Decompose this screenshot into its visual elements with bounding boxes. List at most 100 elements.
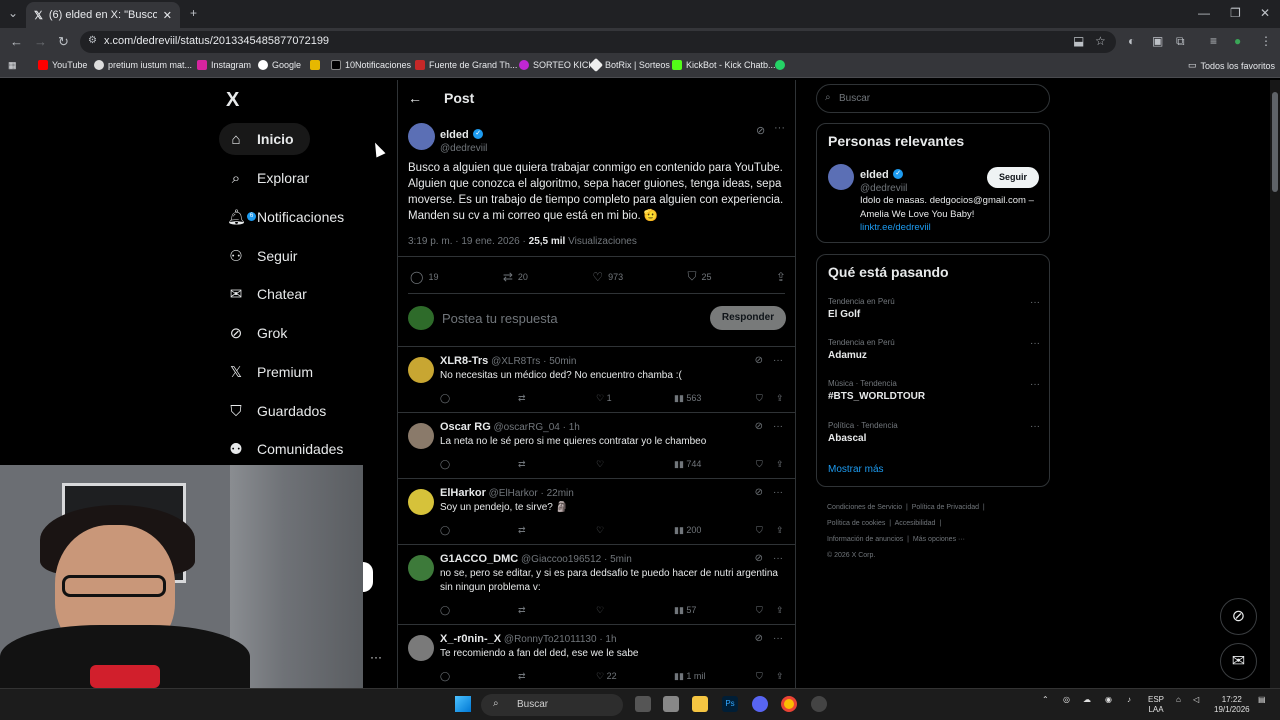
- share-icon[interactable]: ⇪: [776, 459, 784, 470]
- restore-icon[interactable]: ❐: [1230, 6, 1241, 20]
- footer-link[interactable]: Información de anuncios: [827, 536, 903, 543]
- like-action[interactable]: ♡: [596, 525, 674, 536]
- bookmark-icon[interactable]: ⛉: [756, 605, 776, 616]
- grok-icon[interactable]: ⊘: [755, 355, 763, 366]
- post-time[interactable]: 3:19 p. m. · 19 ene. 2026 ·: [408, 236, 526, 247]
- footer-link[interactable]: Política de Privacidad: [912, 504, 979, 511]
- close-tab-icon[interactable]: ✕: [163, 9, 172, 22]
- extension-icon[interactable]: ◐: [1128, 34, 1135, 48]
- reply-author[interactable]: XLR8-Trs: [440, 355, 488, 367]
- install-icon[interactable]: ⬓: [1073, 34, 1084, 48]
- nav-item-grok[interactable]: ⊘ Grok: [219, 317, 303, 349]
- trend-item[interactable]: Tendencia en Perú El Golf ···: [828, 297, 1040, 320]
- repost-icon[interactable]: ⇄: [518, 393, 596, 404]
- more-icon[interactable]: ···: [773, 553, 783, 564]
- show-more-link[interactable]: Mostrar más: [828, 464, 884, 475]
- forward-icon[interactable]: →: [34, 34, 47, 49]
- volume-icon[interactable]: ◁: [1193, 695, 1199, 705]
- bookmark-gta[interactable]: Fuente de Grand Th...: [415, 60, 517, 70]
- nav-item-seguir[interactable]: ⚇ Seguir: [219, 240, 313, 272]
- person-name[interactable]: elded: [860, 169, 889, 181]
- nav-item-chatear[interactable]: ✉ Chatear: [219, 278, 323, 310]
- address-bar[interactable]: ⚙ x.com/dedreviil/status/201334548587707…: [80, 31, 1116, 53]
- reply-author[interactable]: ElHarkor: [440, 487, 486, 499]
- reply-button[interactable]: Responder: [710, 306, 786, 330]
- views-action[interactable]: ▮▮ 200: [674, 525, 756, 536]
- like-action[interactable]: ♡ 1: [596, 393, 674, 404]
- avatar[interactable]: [408, 423, 434, 449]
- network-icon[interactable]: ⌂: [1176, 695, 1181, 705]
- reply-author[interactable]: G1ACCO_DMC: [440, 553, 518, 565]
- follow-button[interactable]: Seguir: [987, 167, 1039, 188]
- star-icon[interactable]: ☆: [1095, 34, 1106, 48]
- reply-author[interactable]: X_-r0nin-_X: [440, 633, 501, 645]
- avatar[interactable]: [408, 489, 434, 515]
- discord-icon[interactable]: [752, 696, 768, 712]
- person-handle[interactable]: @dedreviil: [860, 183, 907, 194]
- bookmark-icon[interactable]: ⛉: [756, 393, 776, 404]
- bookmark-extra[interactable]: [310, 60, 320, 70]
- reply-item[interactable]: XLR8-Trs @XLR8Trs · 50min ⊘ ··· No necesi…: [398, 347, 795, 413]
- grok-fab[interactable]: ⊘: [1220, 598, 1257, 635]
- nav-item-notificaciones[interactable]: 🔔︎ 6 Notificaciones: [219, 201, 360, 233]
- trend-item[interactable]: Tendencia en Perú Adamuz ···: [828, 338, 1040, 361]
- reply-action[interactable]: ◯ 19: [410, 269, 438, 284]
- reply-icon[interactable]: ◯: [440, 671, 518, 682]
- app-icon[interactable]: [811, 696, 827, 712]
- share-icon[interactable]: ⇪: [776, 671, 784, 682]
- tray-chevron-icon[interactable]: ⌃: [1042, 695, 1049, 705]
- grok-icon[interactable]: ⊘: [755, 487, 763, 498]
- bookmark-icon[interactable]: ⛉: [756, 671, 776, 682]
- grok-icon[interactable]: ⊘: [756, 124, 765, 137]
- task-view-icon[interactable]: [635, 696, 651, 712]
- photoshop-icon[interactable]: Ps: [722, 696, 738, 712]
- site-info-icon[interactable]: ⚙: [88, 35, 97, 46]
- reply-input[interactable]: Postea tu respuesta: [442, 311, 558, 326]
- more-icon[interactable]: ···: [773, 487, 783, 498]
- menu-icon[interactable]: ⋮: [1260, 34, 1272, 48]
- like-action[interactable]: ♡ 22: [596, 671, 674, 682]
- grok-icon[interactable]: ⊘: [755, 553, 763, 564]
- repost-action[interactable]: ⇄ 20: [503, 269, 528, 284]
- more-icon[interactable]: ···: [1030, 297, 1040, 308]
- grok-icon[interactable]: ⊘: [755, 633, 763, 644]
- author-handle[interactable]: @dedreviil: [440, 143, 487, 154]
- clock[interactable]: 17:22 19/1/2026: [1214, 695, 1250, 715]
- footer-link[interactable]: Más opciones ···: [913, 536, 965, 543]
- more-icon[interactable]: ···: [1030, 338, 1040, 349]
- views-action[interactable]: ▮▮ 57: [674, 605, 756, 616]
- bookmark-pretium[interactable]: pretium iustum mat...: [94, 60, 192, 70]
- trend-item[interactable]: Política · Tendencia Abascal ···: [828, 421, 1040, 444]
- views-action[interactable]: ▮▮ 744: [674, 459, 756, 470]
- messages-fab[interactable]: ✉: [1220, 643, 1257, 680]
- nav-item-premium[interactable]: 𝕏 Premium: [219, 356, 329, 388]
- app-icon[interactable]: [663, 696, 679, 712]
- bookmark-kickbot[interactable]: KickBot - Kick Chatb...: [672, 60, 776, 70]
- avatar[interactable]: [408, 555, 434, 581]
- notification-icon[interactable]: ▤: [1258, 695, 1266, 705]
- views-action[interactable]: ▮▮ 1 mil: [674, 671, 756, 682]
- footer-link[interactable]: Accesibilidad: [895, 520, 936, 527]
- tray-icon[interactable]: ◉: [1105, 695, 1112, 705]
- avatar[interactable]: [408, 123, 435, 150]
- bookmark-instagram[interactable]: Instagram: [197, 60, 251, 70]
- bookmark-action[interactable]: ⛉ 25: [688, 269, 712, 284]
- nav-item-explorar[interactable]: ⌕ Explorar: [219, 162, 325, 194]
- avatar[interactable]: [408, 357, 434, 383]
- grok-icon[interactable]: ⊘: [755, 421, 763, 432]
- like-action[interactable]: ♡ 973: [592, 269, 623, 284]
- repost-icon[interactable]: ⇄: [518, 459, 596, 470]
- share-icon[interactable]: ⇪: [776, 605, 784, 616]
- bookmark-icon[interactable]: ⛉: [756, 525, 776, 536]
- bookmark-whatsapp[interactable]: [775, 60, 785, 70]
- bio-link[interactable]: linktr.ee/dedreviil: [860, 222, 931, 233]
- tray-icon[interactable]: ♪: [1127, 695, 1131, 705]
- more-icon[interactable]: ···: [773, 421, 783, 432]
- repost-icon[interactable]: ⇄: [518, 671, 596, 682]
- reply-item[interactable]: X_-r0nin-_X @RonnyTo21011130 · 1h ⊘ ··· T…: [398, 625, 795, 688]
- puzzle-icon[interactable]: ⧉: [1176, 34, 1185, 49]
- account-more-icon[interactable]: ···: [370, 650, 382, 664]
- bookmark-botrix[interactable]: BotRix | Sorteos: [588, 57, 670, 73]
- tray-icon[interactable]: ◎: [1063, 695, 1070, 705]
- extension-icon[interactable]: ▣: [1152, 34, 1163, 48]
